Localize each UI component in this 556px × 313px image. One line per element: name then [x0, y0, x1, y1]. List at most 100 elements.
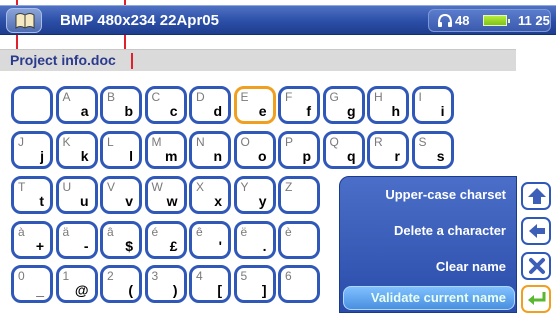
key-upper-label: é: [151, 225, 159, 239]
key-lower-label: c: [169, 103, 178, 119]
key-5-1[interactable]: 0 _: [11, 265, 53, 303]
key-lower-label: p: [302, 148, 311, 164]
key-2-7[interactable]: Pp: [278, 131, 320, 169]
key-upper-label: 1: [62, 269, 70, 283]
key-5-5[interactable]: 4[: [189, 265, 231, 303]
key-4-2[interactable]: ä-: [55, 221, 98, 259]
window-title: BMP 480x234 22Apr05: [60, 12, 219, 29]
key-lower-label: s: [436, 148, 445, 164]
key-3-1[interactable]: Tt: [11, 176, 53, 214]
clear-name-button[interactable]: [521, 252, 551, 280]
key-3-3[interactable]: Vv: [100, 176, 142, 214]
key-lower-label: k: [80, 148, 89, 164]
key-3-5[interactable]: Xx: [189, 176, 231, 214]
key-2-4[interactable]: Mm: [144, 131, 187, 169]
menu-item-validate-name[interactable]: Validate current name: [371, 290, 506, 305]
key-upper-label: T: [18, 180, 26, 194]
key-lower-label: j: [40, 148, 44, 164]
key-1-5[interactable]: Dd: [189, 86, 231, 124]
headphones-icon: [438, 13, 452, 27]
key-2-6[interactable]: Oo: [233, 131, 276, 169]
upper-case-button[interactable]: [521, 182, 551, 210]
key-5-2[interactable]: 1 @: [55, 265, 98, 303]
key-upper-label: I: [418, 90, 422, 104]
key-upper-label: â: [107, 225, 114, 239]
key-2-2[interactable]: Kk: [55, 131, 98, 169]
key-5-3[interactable]: 2(: [100, 265, 142, 303]
key-1-8[interactable]: Gg: [322, 86, 365, 124]
menu-item-upper-case[interactable]: Upper-case charset: [385, 187, 506, 202]
key-2-1[interactable]: Jj: [11, 131, 53, 169]
key-lower-label: ]: [261, 282, 267, 298]
key-lower-label: n: [213, 148, 222, 164]
key-4-3[interactable]: â $: [100, 221, 142, 259]
key-2-9[interactable]: Rr: [367, 131, 409, 169]
book-icon[interactable]: [6, 8, 42, 33]
key-lower-label: w: [166, 193, 178, 209]
key-4-1[interactable]: à +: [11, 221, 53, 259]
menu-item-delete-character[interactable]: Delete a character: [394, 223, 506, 238]
key-lower-label: @: [74, 282, 89, 298]
key-lower-label: q: [346, 148, 356, 164]
key-2-8[interactable]: Qq: [322, 131, 365, 169]
key-upper-label: à: [18, 225, 25, 239]
key-upper-label: N: [196, 135, 205, 149]
key-lower-label: i: [440, 103, 445, 119]
key-upper-label: Z: [285, 180, 293, 194]
key-lower-label: [: [217, 282, 222, 298]
key-lower-label: h: [391, 103, 400, 119]
enter-icon: [528, 292, 546, 305]
key-5-6[interactable]: 5]: [233, 265, 276, 303]
key-lower-label: t: [39, 193, 44, 209]
arrow-left-icon: [529, 224, 545, 238]
key-1-7[interactable]: Ff: [278, 86, 320, 124]
key-1-4[interactable]: Cc: [144, 86, 187, 124]
key-upper-label: V: [107, 180, 116, 194]
key-lower-label: a: [80, 103, 89, 119]
key-upper-label: 4: [196, 269, 203, 283]
key-1-9[interactable]: Hh: [367, 86, 409, 124]
key-4-4[interactable]: é £: [144, 221, 187, 259]
key-1-1[interactable]: [11, 86, 53, 124]
key-3-6[interactable]: Yy: [233, 176, 276, 214]
key-3-4[interactable]: Ww: [144, 176, 187, 214]
key-3-7[interactable]: Z: [278, 176, 320, 214]
arrow-up-icon: [528, 188, 546, 204]
key-1-10[interactable]: Ii: [411, 86, 454, 124]
key-lower-label: ): [172, 282, 178, 298]
key-1-6[interactable]: Ee: [233, 86, 276, 124]
battery-icon: [483, 15, 510, 26]
key-lower-label: (: [128, 282, 133, 298]
key-4-7[interactable]: è: [278, 221, 320, 259]
delete-character-button[interactable]: [521, 217, 551, 245]
key-lower-label: b: [124, 103, 133, 119]
key-upper-label: C: [151, 90, 161, 104]
key-upper-label: è: [285, 225, 292, 239]
key-upper-label: O: [240, 135, 250, 149]
validate-name-button[interactable]: [521, 285, 551, 313]
key-2-5[interactable]: Nn: [189, 131, 231, 169]
key-5-7[interactable]: 6: [278, 265, 320, 303]
status-area: 48 11 25: [428, 9, 551, 32]
key-upper-label: L: [107, 135, 114, 149]
key-3-2[interactable]: Uu: [55, 176, 98, 214]
menu-item-clear-name[interactable]: Clear name: [436, 259, 506, 274]
key-upper-label: U: [62, 180, 72, 194]
key-1-3[interactable]: Bb: [100, 86, 142, 124]
key-upper-label: X: [196, 180, 205, 194]
key-lower-label: £: [169, 238, 178, 254]
key-lower-label: x: [214, 193, 222, 209]
key-upper-label: F: [285, 90, 293, 104]
key-upper-label: Q: [329, 135, 339, 149]
key-lower-label: d: [213, 103, 222, 119]
key-4-6[interactable]: ë.: [233, 221, 276, 259]
key-5-4[interactable]: 3): [144, 265, 187, 303]
key-upper-label: ä: [62, 225, 70, 239]
key-2-10[interactable]: Ss: [411, 131, 454, 169]
name-input[interactable]: Project info.doc: [0, 49, 516, 71]
key-2-3[interactable]: Ll: [100, 131, 142, 169]
clock: 11 25: [518, 13, 550, 28]
key-4-5[interactable]: ê ': [189, 221, 231, 259]
key-1-2[interactable]: Aa: [55, 86, 98, 124]
key-upper-label: M: [151, 135, 162, 149]
